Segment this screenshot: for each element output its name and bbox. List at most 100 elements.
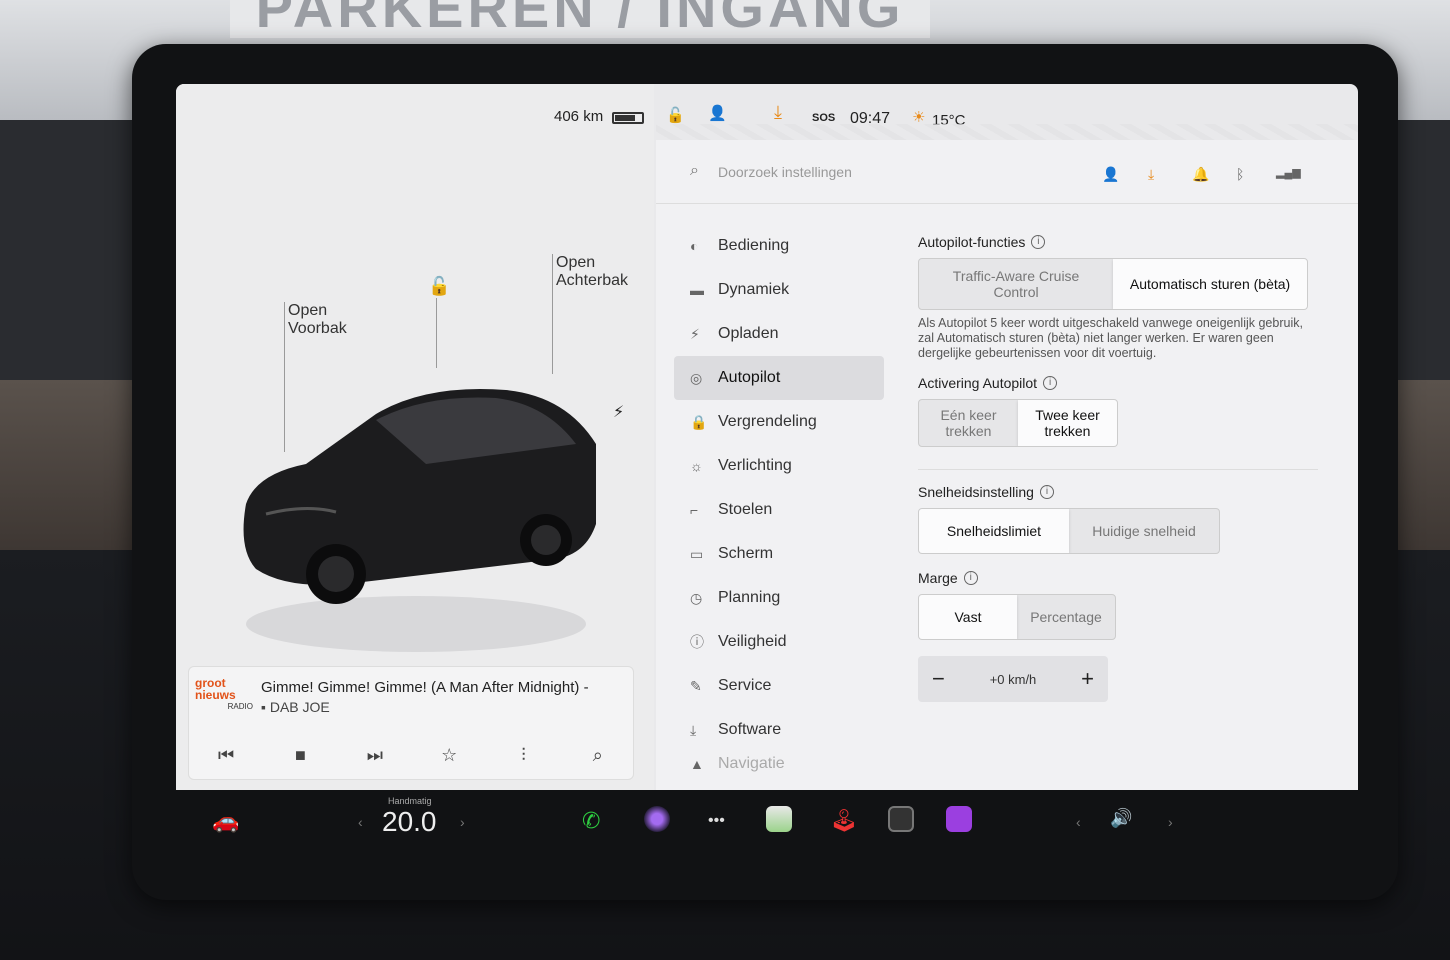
info-icon[interactable]: i: [1039, 485, 1054, 499]
track-title: Gimme! Gimme! Gimme! (A Man After Midnig…: [261, 679, 589, 696]
phone-icon[interactable]: ✆: [582, 808, 600, 834]
download-icon[interactable]: ⤓: [1148, 166, 1154, 183]
option-automatisch-sturen[interactable]: Automatisch sturen (bèta): [1113, 259, 1307, 309]
next-track-icon[interactable]: ⏭: [355, 745, 395, 766]
nav-item-navigatie[interactable]: ▲ Navigatie: [674, 752, 884, 776]
nav-item-autopilot[interactable]: ◎ Autopilot: [674, 356, 884, 400]
unlock-icon[interactable]: 🔓: [666, 106, 685, 124]
car-icon: ▬: [690, 282, 704, 298]
notification-bell-icon[interactable]: 🔔: [1192, 166, 1209, 183]
media-controls: ⏮ ■ ⏭ ☆ ⫶ ⌕: [189, 737, 635, 773]
increase-button[interactable]: +: [1081, 666, 1094, 692]
nav-item-scherm[interactable]: ▭ Scherm: [674, 532, 884, 576]
section-title: Marge i: [918, 570, 1338, 586]
nav-item-service[interactable]: ✎ Service: [674, 664, 884, 708]
lte-signal-icon: ▂▄▆: [1276, 167, 1301, 179]
settings-nav: ◐ Bediening ▬ Dynamiek ⚡ Opladen ◎ Autopilot…: [674, 224, 884, 776]
frunk-label-line1: Open: [288, 302, 328, 319]
option-huidige-snelheid[interactable]: Huidige snelheid: [1069, 509, 1219, 553]
camera-app-icon[interactable]: [644, 806, 670, 832]
wrench-icon: ✎: [690, 677, 702, 694]
calendar-app-icon[interactable]: [766, 806, 792, 832]
nav-item-bediening[interactable]: ◐ Bediening: [674, 224, 884, 268]
nav-item-verlichting[interactable]: ☼ Verlichting: [674, 444, 884, 488]
nav-item-opladen[interactable]: ⚡ Opladen: [674, 312, 884, 356]
option-vast[interactable]: Vast: [919, 595, 1017, 639]
bottom-dock: 🚗 ‹ Handmatig 20.0 › ✆ ••• 🕹 ‹ 🔊 ›: [176, 790, 1358, 870]
sos-button[interactable]: SOS: [812, 112, 835, 124]
volume-up-chevron-icon[interactable]: ›: [1168, 814, 1173, 830]
previous-track-icon[interactable]: ⏮: [206, 745, 246, 766]
favorite-star-icon[interactable]: ☆: [429, 745, 469, 766]
option-traffic-aware-cruise-control[interactable]: Traffic-Aware Cruise Control: [919, 259, 1113, 309]
joystick-icon[interactable]: 🕹: [830, 808, 858, 834]
seat-icon: ⌐: [690, 502, 699, 518]
station-logo: groot nieuws RADIO: [195, 677, 253, 715]
margin-selector: Vast Percentage: [918, 594, 1116, 640]
nav-item-dynamiek[interactable]: ▬ Dynamiek: [674, 268, 884, 312]
speed-offset-value: +0 km/h: [989, 671, 1037, 687]
section-title-text: Activering Autopilot: [918, 375, 1038, 391]
settings-search-input[interactable]: [718, 160, 1018, 184]
battery-fill: [615, 115, 635, 121]
volume-down-chevron-icon[interactable]: ‹: [1076, 814, 1081, 830]
dashcam-app-icon[interactable]: [888, 806, 914, 832]
climate-mode: Handmatig: [388, 796, 432, 806]
media-search-icon[interactable]: ⌕: [578, 745, 618, 766]
volume-icon[interactable]: 🔊: [1110, 808, 1132, 829]
info-icon[interactable]: i: [963, 571, 978, 585]
nav-item-label: Scherm: [718, 545, 774, 562]
nav-item-software[interactable]: ⤓ Software: [674, 708, 884, 752]
download-icon[interactable]: ⤓: [774, 102, 782, 123]
decrease-button[interactable]: −: [932, 666, 945, 692]
cabin-temperature[interactable]: 20.0: [382, 806, 437, 838]
range-display: 406 km: [554, 108, 604, 125]
option-snelheidslimiet[interactable]: Snelheidslimiet: [919, 509, 1069, 553]
info-icon[interactable]: i: [1043, 376, 1058, 390]
podcasts-app-icon[interactable]: [946, 806, 972, 832]
nav-item-planning[interactable]: ◷ Planning: [674, 576, 884, 620]
bolt-icon: ⚡: [690, 325, 700, 342]
option-percentage[interactable]: Percentage: [1017, 595, 1115, 639]
nav-item-vergrendeling[interactable]: 🔒 Vergrendeling: [674, 400, 884, 444]
trunk-label-line2: Achterbak: [556, 272, 629, 289]
car-unlock-icon[interactable]: 🔓: [428, 276, 450, 297]
temp-up-chevron-icon[interactable]: ›: [460, 814, 465, 830]
option-twee-keer-trekken[interactable]: Twee keer trekken: [1018, 400, 1117, 446]
more-apps-icon[interactable]: •••: [708, 812, 725, 830]
car-icon[interactable]: 🚗: [212, 808, 239, 834]
display-icon: ▭: [690, 545, 704, 562]
charge-port-icon[interactable]: ⚡: [613, 402, 624, 422]
activation-selector: Eén keer trekken Twee keer trekken: [918, 399, 1118, 447]
source-name: DAB JOE: [269, 699, 330, 715]
section-title-text: Marge: [918, 570, 958, 586]
station-logo-word2: nieuws: [195, 688, 236, 702]
equalizer-icon[interactable]: ⫶: [503, 745, 543, 766]
nav-item-stoelen[interactable]: ⌐ Stoelen: [674, 488, 884, 532]
section-title: Autopilot-functies i: [918, 234, 1338, 250]
toggle-icon: ◐: [690, 238, 699, 254]
temp-down-chevron-icon[interactable]: ‹: [358, 814, 363, 830]
car-panel: Open Voorbak Open Achterbak 🔓 ⚡ groot ni…: [176, 84, 654, 870]
search-icon: ⌕: [690, 162, 699, 179]
stop-icon[interactable]: ■: [280, 745, 320, 766]
autopilot-description: Als Autopilot 5 keer wordt uitgeschakeld…: [918, 316, 1303, 360]
section-title-text: Snelheidsinstelling: [918, 484, 1034, 500]
user-profile-icon[interactable]: 👤: [708, 104, 727, 122]
autopilot-settings: Autopilot-functies i Traffic-Aware Cruise…: [918, 234, 1338, 702]
nav-item-veiligheid[interactable]: ⓘ Veiligheid: [674, 620, 884, 664]
alert-circle-icon: ⓘ: [690, 634, 704, 650]
open-trunk-button[interactable]: Open Achterbak: [556, 254, 628, 290]
open-frunk-button[interactable]: Open Voorbak: [288, 302, 347, 338]
option-een-keer-trekken[interactable]: Eén keer trekken: [919, 400, 1018, 446]
bluetooth-icon[interactable]: ᛒ: [1236, 166, 1244, 182]
user-profile-icon[interactable]: 👤: [1102, 166, 1119, 183]
trunk-label-line1: Open: [556, 254, 596, 271]
autopilot-features-selector: Traffic-Aware Cruise Control Automatisch…: [918, 258, 1308, 310]
parking-sign: PARKEREN / INGANG: [230, 0, 930, 38]
lock-icon: 🔒: [690, 413, 708, 430]
nav-item-label: Dynamiek: [718, 281, 790, 298]
nav-item-label: Planning: [718, 589, 781, 606]
nav-item-label: Verlichting: [718, 457, 792, 474]
info-icon[interactable]: i: [1031, 235, 1046, 249]
